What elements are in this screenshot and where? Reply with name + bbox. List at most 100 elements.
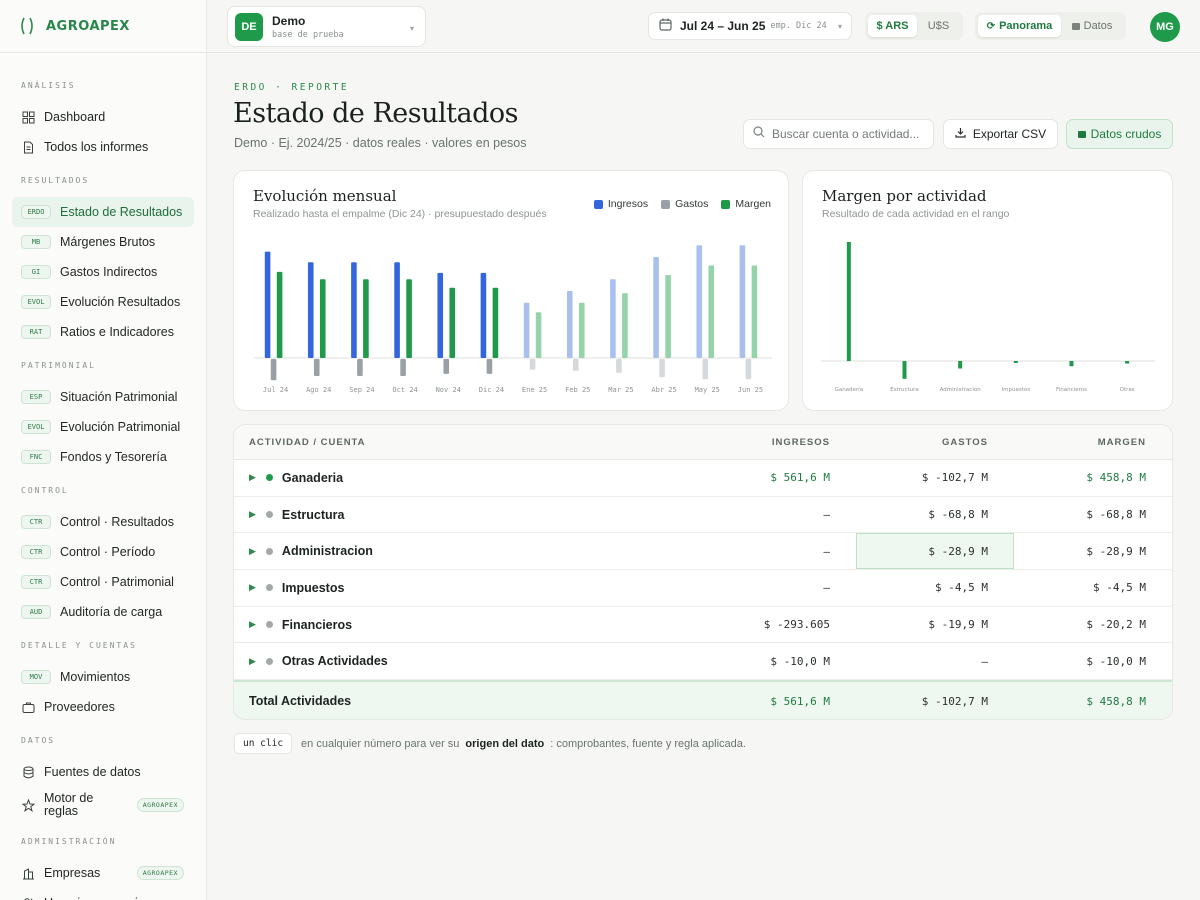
bar-ingresos[interactable] — [264, 251, 271, 358]
sidebar-item-motor-de-reglas[interactable]: Motor de reglas AGROAPEX — [0, 787, 194, 823]
sidebar-item-situacion-patrimonial[interactable]: ESP Situación Patrimonial — [0, 382, 194, 412]
bar-margen[interactable] — [578, 302, 585, 358]
col-header-gastos[interactable]: GASTOS — [846, 437, 1004, 448]
sidebar-item-control-patrimonial[interactable]: CTR Control · Patrimonial — [0, 567, 194, 597]
cell-gastos[interactable]: $ -4,5 M — [846, 581, 1004, 594]
cell-margen[interactable]: $ -20,2 M — [1004, 618, 1162, 631]
sidebar-item-empresas[interactable]: Empresas AGROAPEX — [0, 858, 194, 888]
bar-margen[interactable] — [708, 265, 715, 358]
bar-margen-actividad[interactable] — [1125, 361, 1130, 364]
bar-margen[interactable] — [363, 279, 369, 358]
sidebar-item-evolucion-patrimonial[interactable]: EVOL Evolución Patrimonial — [0, 412, 194, 442]
date-range-picker[interactable]: Jul 24 – Jun 25 emp. Dic 24 ▾ — [648, 12, 852, 40]
expand-caret-icon[interactable]: ▶ — [249, 546, 256, 557]
table-row[interactable]: ▶ Administracion — $ -28,9 M $ -28,9 M — [234, 533, 1172, 571]
search-input[interactable] — [772, 127, 932, 141]
bar-ingresos[interactable] — [739, 245, 746, 358]
bar-gastos[interactable] — [400, 359, 406, 377]
company-selector[interactable]: DE Demo base de prueba ▾ — [227, 6, 426, 47]
bar-gastos[interactable] — [529, 359, 536, 370]
bar-gastos[interactable] — [616, 359, 622, 373]
bar-ingresos[interactable] — [394, 262, 400, 358]
bar-gastos[interactable] — [313, 359, 320, 377]
bar-margen[interactable] — [406, 279, 412, 358]
bar-margen-actividad[interactable] — [1013, 361, 1018, 363]
bar-margen[interactable] — [622, 293, 628, 358]
expand-caret-icon[interactable]: ▶ — [249, 472, 256, 483]
bar-margen-actividad[interactable] — [1069, 361, 1074, 367]
user-avatar[interactable]: MG — [1150, 12, 1180, 42]
expand-caret-icon[interactable]: ▶ — [249, 656, 256, 667]
bar-margen-actividad[interactable] — [846, 242, 851, 361]
bar-gastos[interactable] — [443, 359, 450, 374]
sidebar-item-fuentes-de-datos[interactable]: Fuentes de datos — [0, 757, 194, 787]
bar-margen[interactable] — [665, 275, 671, 358]
total-margen[interactable]: $ 458,8 M — [1004, 695, 1162, 708]
export-csv-button[interactable]: Exportar CSV — [943, 119, 1058, 149]
bar-ingresos[interactable] — [307, 262, 314, 358]
sidebar-item-control-periodo[interactable]: CTR Control · Período — [0, 537, 194, 567]
col-header-ingresos[interactable]: INGRESOS — [688, 437, 846, 448]
bar-gastos[interactable] — [486, 359, 493, 374]
cell-margen[interactable]: $ 458,8 M — [1004, 471, 1162, 484]
cell-margen[interactable]: $ -10,0 M — [1004, 655, 1162, 668]
cell-gastos[interactable]: $ -19,9 M — [846, 618, 1004, 631]
sidebar-item-estado-de-resultados[interactable]: ERDO Estado de Resultados — [12, 197, 194, 227]
bar-margen-actividad[interactable] — [958, 361, 963, 369]
currency-usd-button[interactable]: U$S — [917, 15, 960, 37]
cell-margen[interactable]: $ -4,5 M — [1004, 581, 1162, 594]
currency-ars-button[interactable]: $ ARS — [868, 15, 917, 37]
bar-ingresos[interactable] — [437, 272, 444, 358]
bar-gastos[interactable] — [270, 359, 277, 381]
sidebar-item-proveedores[interactable]: Proveedores — [0, 692, 194, 722]
bar-ingresos[interactable] — [566, 290, 573, 358]
bar-gastos[interactable] — [745, 359, 752, 380]
cell-margen[interactable]: $ -28,9 M — [1004, 545, 1162, 558]
cell-margen[interactable]: $ -68,8 M — [1004, 508, 1162, 521]
brand[interactable]: AGROAPEX — [0, 0, 206, 53]
cell-ingresos[interactable]: — — [688, 581, 846, 594]
table-row[interactable]: ▶ Financieros $ -293.605 $ -19,9 M $ -20… — [234, 607, 1172, 644]
cell-ingresos[interactable]: $ -293.605 — [688, 618, 846, 631]
panorama-button[interactable]: ⟳ Panorama — [978, 15, 1061, 37]
sidebar-item-todos-los-informes[interactable]: Todos los informes — [0, 132, 194, 162]
bar-margen[interactable] — [751, 265, 758, 358]
bar-ingresos[interactable] — [696, 245, 703, 358]
col-header-activity[interactable]: ACTIVIDAD / CUENTA — [234, 437, 688, 448]
bar-gastos[interactable] — [572, 359, 579, 371]
bar-ingresos[interactable] — [480, 272, 487, 358]
datos-button[interactable]: Datos — [1061, 15, 1123, 37]
raw-data-button[interactable]: Datos crudos — [1066, 119, 1173, 149]
bar-margen[interactable] — [492, 287, 499, 358]
sidebar-item-ratios-e-indicadores[interactable]: RAT Ratios e Indicadores — [0, 317, 194, 347]
expand-caret-icon[interactable]: ▶ — [249, 509, 256, 520]
table-row[interactable]: ▶ Estructura — $ -68,8 M $ -68,8 M — [234, 497, 1172, 534]
col-header-margen[interactable]: MARGEN — [1004, 437, 1162, 448]
bar-margen-actividad[interactable] — [902, 361, 907, 379]
table-row[interactable]: ▶ Otras Actividades $ -10,0 M — $ -10,0 … — [234, 643, 1172, 681]
cell-gastos[interactable]: $ -68,8 M — [846, 508, 1004, 521]
bar-margen[interactable] — [449, 287, 456, 358]
bar-margen[interactable] — [535, 312, 542, 358]
bar-margen[interactable] — [276, 271, 283, 358]
sidebar-item-margenes-brutos[interactable]: MB Márgenes Brutos — [0, 227, 194, 257]
cell-gastos[interactable]: $ -28,9 M — [846, 545, 1004, 558]
table-row[interactable]: ▶ Ganaderia $ 561,6 M $ -102,7 M $ 458,8… — [234, 460, 1172, 497]
cell-ingresos[interactable]: $ 561,6 M — [688, 471, 846, 484]
cell-gastos[interactable]: $ -102,7 M — [846, 471, 1004, 484]
sidebar-item-control-resultados[interactable]: CTR Control · Resultados — [0, 507, 194, 537]
total-gastos[interactable]: $ -102,7 M — [846, 695, 1004, 708]
sidebar-item-auditoria-de-carga[interactable]: AUD Auditoría de carga — [0, 597, 194, 627]
cell-ingresos[interactable]: — — [688, 508, 846, 521]
bar-ingresos[interactable] — [610, 279, 616, 358]
table-row[interactable]: ▶ Impuestos — $ -4,5 M $ -4,5 M — [234, 570, 1172, 607]
total-ingresos[interactable]: $ 561,6 M — [688, 695, 846, 708]
bar-ingresos[interactable] — [523, 302, 530, 358]
bar-gastos[interactable] — [659, 359, 665, 378]
expand-caret-icon[interactable]: ▶ — [249, 582, 256, 593]
sidebar-item-dashboard[interactable]: Dashboard — [0, 102, 194, 132]
sidebar-item-evolucion-resultados[interactable]: EVOL Evolución Resultados — [0, 287, 194, 317]
sidebar-item-gastos-indirectos[interactable]: GI Gastos Indirectos — [0, 257, 194, 287]
bar-gastos[interactable] — [702, 359, 709, 380]
cell-gastos[interactable]: — — [846, 655, 1004, 668]
